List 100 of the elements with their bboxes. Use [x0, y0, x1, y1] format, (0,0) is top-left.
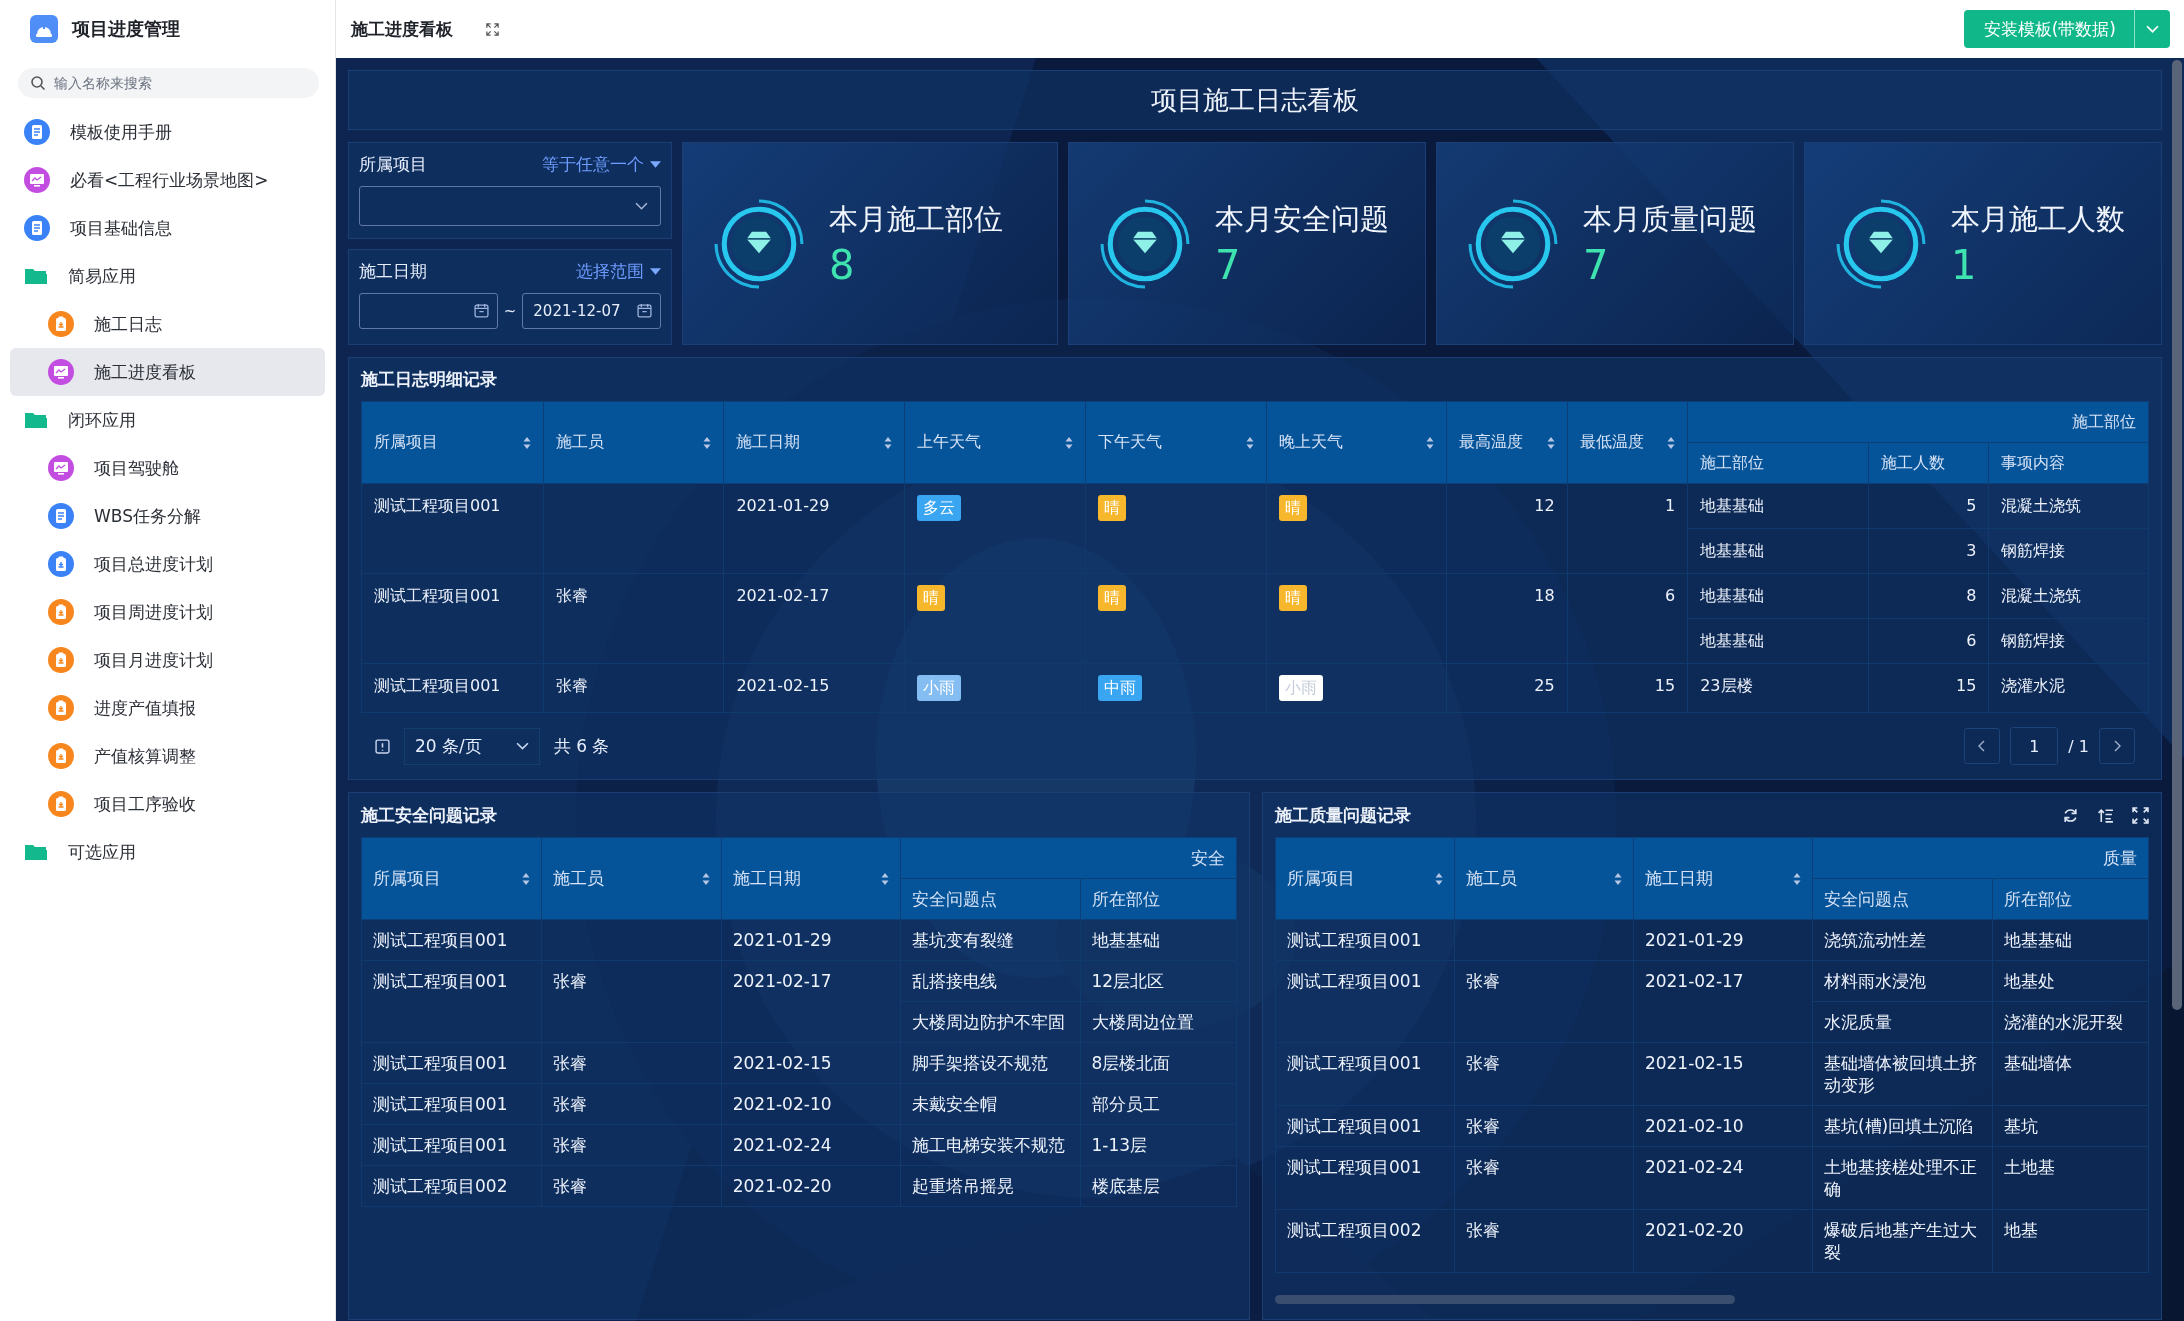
sidebar-item[interactable]: 施工进度看板 [10, 348, 325, 396]
page-input[interactable]: 1 [2010, 727, 2059, 765]
sidebar-item[interactable]: 项目总进度计划 [10, 540, 325, 588]
column-group-header: 安全 [1191, 847, 1225, 868]
table-cell: 浇灌的水泥开裂 [2003, 1012, 2123, 1032]
table-cell: 地基 [2003, 1220, 2038, 1240]
sort-icon[interactable] [1064, 435, 1073, 450]
range-separator: ~ [503, 301, 517, 320]
weather-tag: 小雨 [917, 675, 962, 701]
date-field[interactable] [359, 292, 498, 329]
column-header: 施工人数 [1880, 452, 1945, 472]
next-page-button[interactable] [2099, 728, 2135, 764]
table-cell: 2021-02-15 [732, 1053, 832, 1073]
sidebar-item[interactable]: 模板使用手册 [10, 108, 325, 156]
column-header: 施工日期 [1644, 867, 1713, 890]
previous-page-button[interactable] [1964, 728, 2001, 764]
table-cell: 基坑(槽)回填土沉陷 [1824, 1116, 1974, 1136]
table-cell: 2021-02-24 [1644, 1157, 1744, 1177]
app-logo-icon [30, 15, 58, 43]
table-cell: 测试工程项目001 [1287, 930, 1422, 950]
weather-tag: 小雨 [1278, 675, 1323, 701]
table-cell: 2021-02-15 [736, 676, 830, 695]
caret-icon [650, 267, 661, 275]
sidebar-item[interactable]: 必看<工程行业场景地图> [10, 156, 325, 204]
sidebar-item[interactable]: WBS任务分解 [10, 492, 325, 540]
sort-icon[interactable] [522, 435, 531, 450]
column-header: 施工日期 [736, 432, 801, 453]
sidebar-item[interactable]: 闭环应用 [10, 396, 325, 444]
sort-icon[interactable] [884, 435, 893, 450]
sidebar-item[interactable]: 项目基础信息 [10, 204, 325, 252]
search-field[interactable]: 输入名称来搜索 [18, 68, 319, 98]
table-cell: 测试工程项目001 [373, 1053, 508, 1073]
column-header: 施工员 [553, 867, 605, 890]
table-cell: 张睿 [553, 1094, 588, 1114]
sidebar-item[interactable]: 产值核算调整 [10, 732, 325, 780]
table-cell: 地基基础 [1700, 586, 1765, 605]
table-cell: 测试工程项目001 [1287, 1116, 1422, 1136]
page-size-select[interactable]: 20 条/页 [404, 727, 540, 765]
panel-title: 施工质量问题记录 [1275, 803, 1411, 827]
filter-mode-dropdown[interactable]: 等于任意一个 [542, 153, 661, 176]
table-cell: 12层北区 [1091, 971, 1165, 991]
expand-icon[interactable] [485, 21, 500, 37]
chevron-down-icon [515, 741, 529, 751]
stat-value: 7 [1583, 241, 1610, 288]
table-cell: 张睿 [553, 1053, 588, 1073]
sort-icon[interactable] [1434, 871, 1443, 886]
sidebar-item[interactable]: 项目工序验收 [10, 780, 325, 828]
sidebar-item[interactable]: 施工日志 [10, 300, 325, 348]
sidebar-item[interactable]: 项目月进度计划 [10, 636, 325, 684]
table-cell: 2021-01-29 [736, 496, 830, 515]
sort-icon[interactable] [1613, 871, 1622, 886]
table-cell: 张睿 [555, 676, 588, 695]
date-field[interactable]: 2021-12-07 [522, 292, 661, 329]
column-header: 所属项目 [373, 867, 441, 890]
table-cell: 18 [1534, 586, 1555, 605]
sort-icon[interactable] [1667, 435, 1676, 450]
panel-icon[interactable] [375, 738, 390, 754]
list-sort-icon[interactable] [2097, 806, 2114, 824]
sort-icon[interactable] [1245, 435, 1254, 450]
diamond-badge-icon [1099, 197, 1191, 290]
column-header: 安全问题点 [1824, 888, 1909, 909]
sort-icon[interactable] [881, 871, 890, 886]
sort-icon[interactable] [701, 871, 710, 886]
sort-icon[interactable] [703, 435, 712, 450]
table-cell: 测试工程项目001 [373, 930, 508, 950]
sort-icon[interactable] [1426, 435, 1435, 450]
column-header: 安全问题点 [912, 888, 998, 909]
weather-tag: 晴 [1278, 585, 1307, 611]
table-cell: 张睿 [553, 971, 588, 991]
column-header: 所属项目 [374, 432, 438, 453]
sort-icon[interactable] [1546, 435, 1555, 450]
calendar-icon [473, 303, 489, 318]
column-header: 所属项目 [1287, 867, 1355, 890]
refresh-icon[interactable] [2062, 806, 2079, 824]
sidebar-item[interactable]: 简易应用 [10, 252, 325, 300]
table-cell: 2021-01-29 [732, 930, 832, 950]
sort-icon[interactable] [1793, 871, 1801, 886]
sidebar-item[interactable]: 可选应用 [10, 828, 325, 876]
table-cell: 2021-02-17 [736, 586, 830, 605]
table-cell: 地基基础 [1700, 496, 1765, 515]
horizontal-scrollbar[interactable] [1275, 1295, 1735, 1304]
table-cell: 浇筑流动性差 [1824, 930, 1926, 950]
select-field[interactable] [359, 186, 661, 226]
table-cell: 测试工程项目001 [373, 1135, 508, 1155]
table-cell: 张睿 [1465, 1053, 1500, 1073]
sort-icon[interactable] [522, 871, 531, 886]
vertical-scrollbar[interactable] [2172, 60, 2182, 1010]
sidebar-item[interactable]: 项目周进度计划 [10, 588, 325, 636]
weather-tag: 多云 [917, 495, 962, 521]
stat-label: 本月质量问题 [1583, 200, 1757, 238]
table-cell: 部分员工 [1091, 1094, 1160, 1114]
fullscreen-icon[interactable] [2132, 806, 2149, 824]
weather-tag: 晴 [917, 585, 946, 611]
table-cell: 25 [1534, 676, 1555, 695]
table-cell: 张睿 [555, 586, 588, 605]
chevron-down-icon [635, 201, 648, 211]
sidebar-item[interactable]: 项目驾驶舱 [10, 444, 325, 492]
column-header: 最低温度 [1579, 432, 1644, 453]
filter-mode-dropdown[interactable]: 选择范围 [576, 259, 661, 283]
sidebar-item[interactable]: 进度产值填报 [10, 684, 325, 732]
